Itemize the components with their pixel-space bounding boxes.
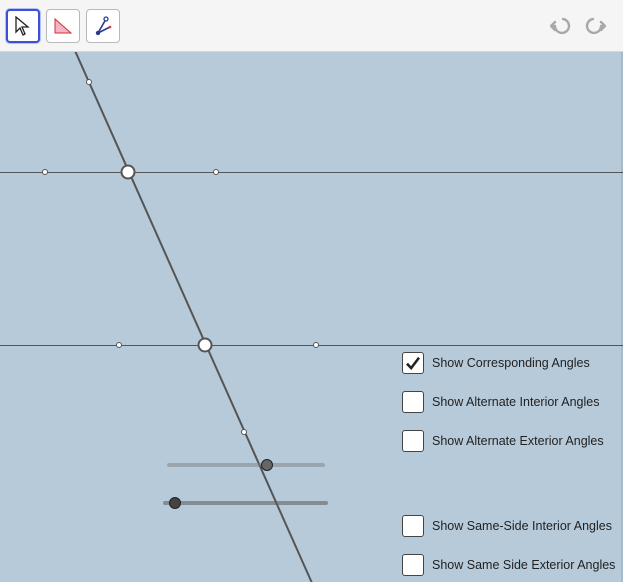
checkbox-label: Show Corresponding Angles (432, 356, 590, 370)
check-alt-exterior: Show Alternate Exterior Angles (402, 428, 617, 454)
tool-move[interactable] (6, 9, 40, 43)
geometry-canvas[interactable]: Show Corresponding Angles Show Alternate… (0, 52, 623, 582)
checkbox-same-exterior[interactable] (402, 554, 424, 576)
checkbox-alt-exterior[interactable] (402, 430, 424, 452)
point-line1-left[interactable] (42, 169, 48, 175)
cursor-icon (14, 16, 32, 36)
checkbox-label: Show Alternate Exterior Angles (432, 434, 604, 448)
point-line1-right[interactable] (213, 169, 219, 175)
checkbox-same-interior[interactable] (402, 515, 424, 537)
point-intersection-2[interactable] (198, 338, 213, 353)
point-intersection-1[interactable] (121, 165, 136, 180)
check-alt-interior: Show Alternate Interior Angles (402, 389, 617, 415)
checkbox-label: Show Alternate Interior Angles (432, 395, 599, 409)
point-line2-left[interactable] (116, 342, 122, 348)
angle-icon (52, 16, 74, 36)
toolbar (0, 0, 623, 52)
parallel-line-2 (0, 345, 623, 346)
undo-button[interactable] (547, 12, 575, 40)
compass-icon (92, 15, 114, 37)
point-line2-right[interactable] (313, 342, 319, 348)
slider-1[interactable] (167, 463, 325, 467)
slider-2[interactable] (163, 501, 328, 505)
redo-button[interactable] (581, 12, 609, 40)
point-transversal-bottom[interactable] (241, 429, 247, 435)
checkbox-label: Show Same-Side Interior Angles (432, 519, 612, 533)
slider-1-knob[interactable] (261, 459, 273, 471)
slider-2-knob[interactable] (169, 497, 181, 509)
check-same-interior: Show Same-Side Interior Angles (402, 513, 617, 539)
tool-angle[interactable] (46, 9, 80, 43)
check-corresponding: Show Corresponding Angles (402, 350, 617, 376)
undo-icon (550, 16, 572, 36)
toolbar-history (547, 12, 617, 40)
check-same-exterior: Show Same Side Exterior Angles (402, 552, 617, 578)
redo-icon (584, 16, 606, 36)
checkbox-panel: Show Corresponding Angles Show Alternate… (402, 350, 617, 582)
point-transversal-top[interactable] (86, 79, 92, 85)
checkbox-label: Show Same Side Exterior Angles (432, 558, 615, 572)
parallel-line-1 (0, 172, 623, 173)
tool-construct[interactable] (86, 9, 120, 43)
checkbox-alt-interior[interactable] (402, 391, 424, 413)
checkbox-corresponding[interactable] (402, 352, 424, 374)
